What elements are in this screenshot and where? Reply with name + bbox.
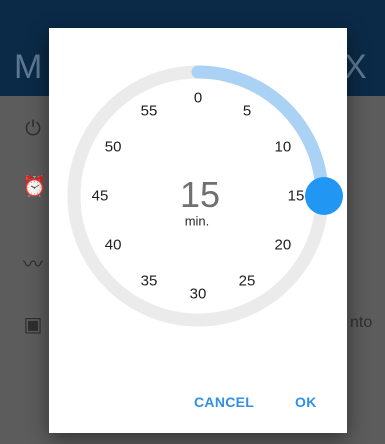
minute-mark-15[interactable]: 15 [288, 188, 305, 205]
minute-mark-45[interactable]: 45 [92, 188, 109, 205]
trend-icon: 〰 [23, 254, 43, 276]
selected-minutes-value: 15 [179, 174, 221, 215]
minute-mark-25[interactable]: 25 [239, 272, 256, 289]
setting-text-fragment: nto [350, 314, 373, 331]
image-icon: ▣ [23, 314, 43, 336]
clock-face[interactable]: 0 5 10 15 20 25 30 35 40 45 50 55 15 min. [49, 28, 347, 368]
dial-handle[interactable] [305, 177, 343, 215]
ok-button[interactable]: OK [287, 388, 325, 416]
minutes-unit-label: min. [184, 213, 210, 229]
minute-mark-55[interactable]: 55 [141, 103, 158, 120]
minute-mark-0[interactable]: 0 [194, 90, 202, 107]
toolbar-title-fragment: M [14, 48, 43, 86]
alarm-add-icon: ⏰ [22, 176, 47, 198]
minute-mark-40[interactable]: 40 [105, 237, 122, 254]
minute-mark-35[interactable]: 35 [141, 272, 158, 289]
minute-mark-5[interactable]: 5 [243, 103, 251, 120]
minute-mark-20[interactable]: 20 [275, 237, 292, 254]
minute-mark-10[interactable]: 10 [275, 139, 292, 156]
minute-mark-50[interactable]: 50 [105, 139, 122, 156]
power-icon: ⏻ [25, 118, 41, 140]
cancel-button[interactable]: CANCEL [186, 388, 262, 416]
minute-picker-dialog: 0 5 10 15 20 25 30 35 40 45 50 55 15 min. CANCEL OK [49, 28, 347, 433]
minute-mark-30[interactable]: 30 [190, 286, 207, 303]
dialog-actions: CANCEL OK [49, 382, 347, 422]
toolbar-action-fragment: X [344, 48, 367, 86]
